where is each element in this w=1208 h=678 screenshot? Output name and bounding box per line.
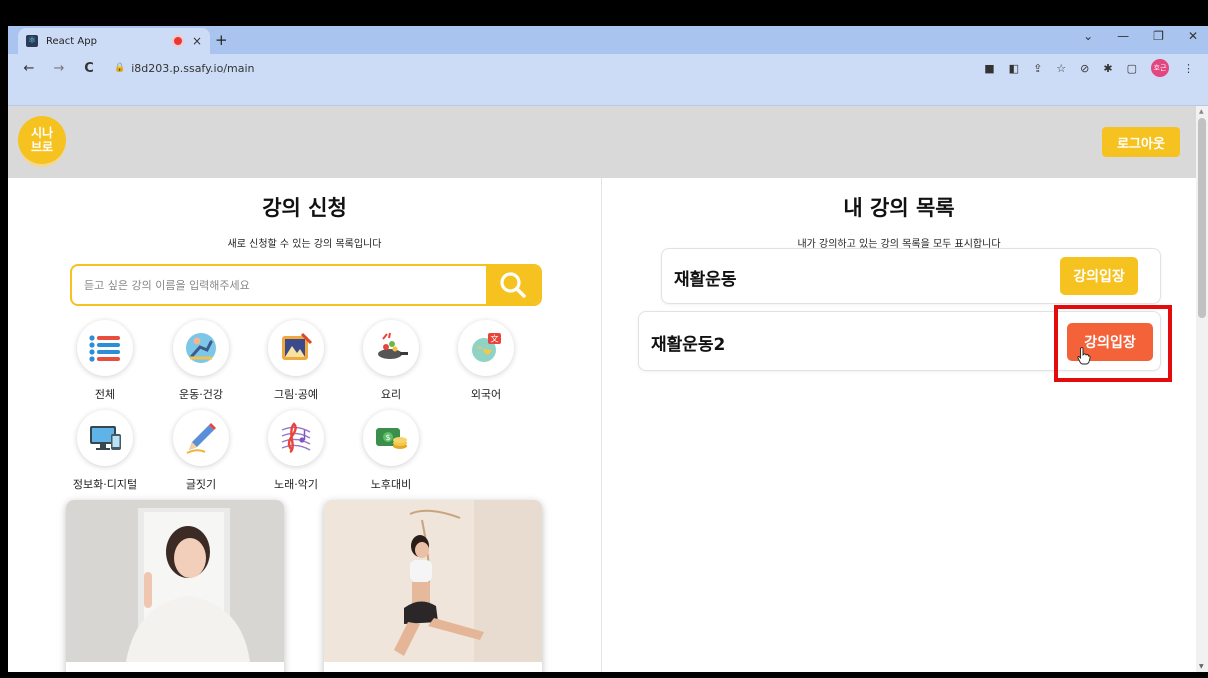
my-lectures-section: 내 강의 목록 내가 강의하고 있는 강의 목록을 모두 표시합니다 재활운동 … — [602, 178, 1196, 672]
close-window-button[interactable]: ✕ — [1188, 29, 1198, 43]
address-bar: ← → C 🔒 i8d203.p.ssafy.io/main ■ ◧ ⇪ ☆ ⊘… — [8, 54, 1208, 82]
browser-tab[interactable]: ⚛ React App × — [18, 28, 210, 54]
category-label: 요리 — [380, 388, 402, 401]
bookmark-star-icon[interactable]: ☆ — [1056, 62, 1066, 75]
hand-cursor-icon — [1077, 347, 1091, 365]
category-retirement[interactable]: $ 노후대비 — [346, 410, 436, 492]
scroll-down-icon[interactable]: ▼ — [1199, 663, 1204, 670]
lecture-card[interactable] — [324, 500, 542, 672]
lecture-thumbnail — [324, 500, 542, 662]
svg-text:文: 文 — [491, 334, 499, 344]
tab-search-icon[interactable]: ⌄ — [1083, 29, 1093, 43]
exercise-icon — [173, 320, 229, 376]
lecture-thumbnail — [66, 500, 284, 662]
search-button[interactable] — [486, 266, 540, 304]
browser-toolbar: ■ ◧ ⇪ ☆ ⊘ ✱ ▢ 호근 ⋮ — [984, 59, 1194, 77]
web-page: 시나 브로 로그아웃 강의 신청 새로 신청할 수 있는 강의 목록입니다 듣고… — [8, 106, 1196, 672]
category-writing[interactable]: 글짓기 — [156, 410, 246, 492]
window-controls: ⌄ — ❐ ✕ — [1083, 29, 1198, 43]
svg-text:$: $ — [385, 433, 390, 442]
money-icon: $ — [363, 410, 419, 466]
lecture-name: 재활운동2 — [651, 335, 726, 355]
category-language[interactable]: 文 외국어 — [441, 320, 531, 402]
painting-icon — [268, 320, 324, 376]
language-icon: 文 — [458, 320, 514, 376]
category-cooking[interactable]: 요리 — [346, 320, 436, 402]
category-painting[interactable]: 그림·공예 — [251, 320, 341, 402]
lecture-card[interactable] — [66, 500, 284, 672]
category-label: 정보화·디지털 — [72, 478, 138, 491]
menu-kebab-icon[interactable]: ⋮ — [1183, 62, 1194, 75]
category-label: 전체 — [94, 388, 116, 401]
minimize-button[interactable]: — — [1117, 29, 1129, 43]
extension-icon[interactable]: ⊘ — [1080, 62, 1089, 75]
logo-text: 시나 브로 — [30, 126, 54, 154]
category-label: 운동·건강 — [179, 388, 223, 401]
category-label: 외국어 — [470, 388, 502, 401]
translate-icon[interactable]: ◧ — [1009, 62, 1019, 75]
share-icon[interactable]: ⇪ — [1033, 62, 1042, 75]
tab-title: React App — [46, 35, 97, 47]
url-field[interactable]: 🔒 i8d203.p.ssafy.io/main — [114, 62, 255, 75]
sidepanel-icon[interactable]: ▢ — [1127, 62, 1137, 75]
tab-close-icon[interactable]: × — [192, 34, 202, 48]
computer-icon — [77, 410, 133, 466]
app-header: 시나 브로 로그아웃 — [8, 106, 1196, 178]
reload-button[interactable]: C — [80, 61, 98, 76]
highlight-box — [1054, 305, 1172, 382]
category-all[interactable]: 전체 — [60, 320, 150, 402]
scrollbar-thumb[interactable] — [1198, 118, 1206, 318]
search-icon — [500, 272, 526, 298]
apply-subtitle: 새로 신청할 수 있는 강의 목록입니다 — [227, 239, 382, 250]
page-scrollbar[interactable]: ▲ ▼ — [1196, 106, 1208, 672]
list-icon — [77, 320, 133, 376]
camera-icon[interactable]: ■ — [984, 62, 994, 75]
bookmark-bar — [8, 82, 1208, 106]
forward-button[interactable]: → — [50, 61, 68, 76]
scroll-up-icon[interactable]: ▲ — [1199, 108, 1204, 115]
category-label: 그림·공예 — [274, 388, 318, 401]
back-button[interactable]: ← — [20, 61, 38, 76]
screen: ⚛ React App × + ⌄ — ❐ ✕ ← → C 🔒 i8d203.p… — [0, 0, 1208, 678]
category-label: 노래·악기 — [274, 478, 318, 491]
my-lectures-title: 내 강의 목록 — [843, 196, 955, 220]
category-music[interactable]: 노래·악기 — [251, 410, 341, 492]
recording-indicator-icon — [173, 37, 182, 45]
category-label: 글짓기 — [185, 478, 217, 491]
profile-avatar[interactable]: 호근 — [1151, 59, 1169, 77]
lecture-search-box — [70, 264, 542, 306]
maximize-button[interactable]: ❐ — [1153, 29, 1164, 43]
cooking-icon — [363, 320, 419, 376]
apply-title: 강의 신청 — [262, 196, 347, 220]
app-logo[interactable]: 시나 브로 — [18, 116, 66, 164]
puzzle-extensions-icon[interactable]: ✱ — [1103, 62, 1112, 75]
music-icon — [268, 410, 324, 466]
lock-icon: 🔒 — [114, 63, 126, 73]
browser-tab-strip: ⚛ React App × + ⌄ — ❐ ✕ — [8, 26, 1208, 54]
apply-section: 강의 신청 새로 신청할 수 있는 강의 목록입니다 듣고 싶은 강의 이름을 … — [8, 178, 601, 672]
react-favicon-icon: ⚛ — [26, 35, 38, 47]
pen-icon — [173, 410, 229, 466]
category-digital[interactable]: 정보화·디지털 — [60, 410, 150, 492]
enter-lecture-button[interactable]: 강의입장 — [1060, 257, 1138, 295]
category-label: 노후대비 — [370, 478, 412, 491]
lecture-name: 재활운동 — [674, 270, 737, 290]
lecture-item: 재활운동 강의입장 — [661, 248, 1161, 304]
logout-button[interactable]: 로그아웃 — [1102, 127, 1180, 157]
new-tab-button[interactable]: + — [215, 31, 228, 49]
search-input[interactable] — [72, 266, 484, 304]
category-exercise[interactable]: 운동·건강 — [156, 320, 246, 402]
url-text: i8d203.p.ssafy.io/main — [131, 61, 255, 75]
